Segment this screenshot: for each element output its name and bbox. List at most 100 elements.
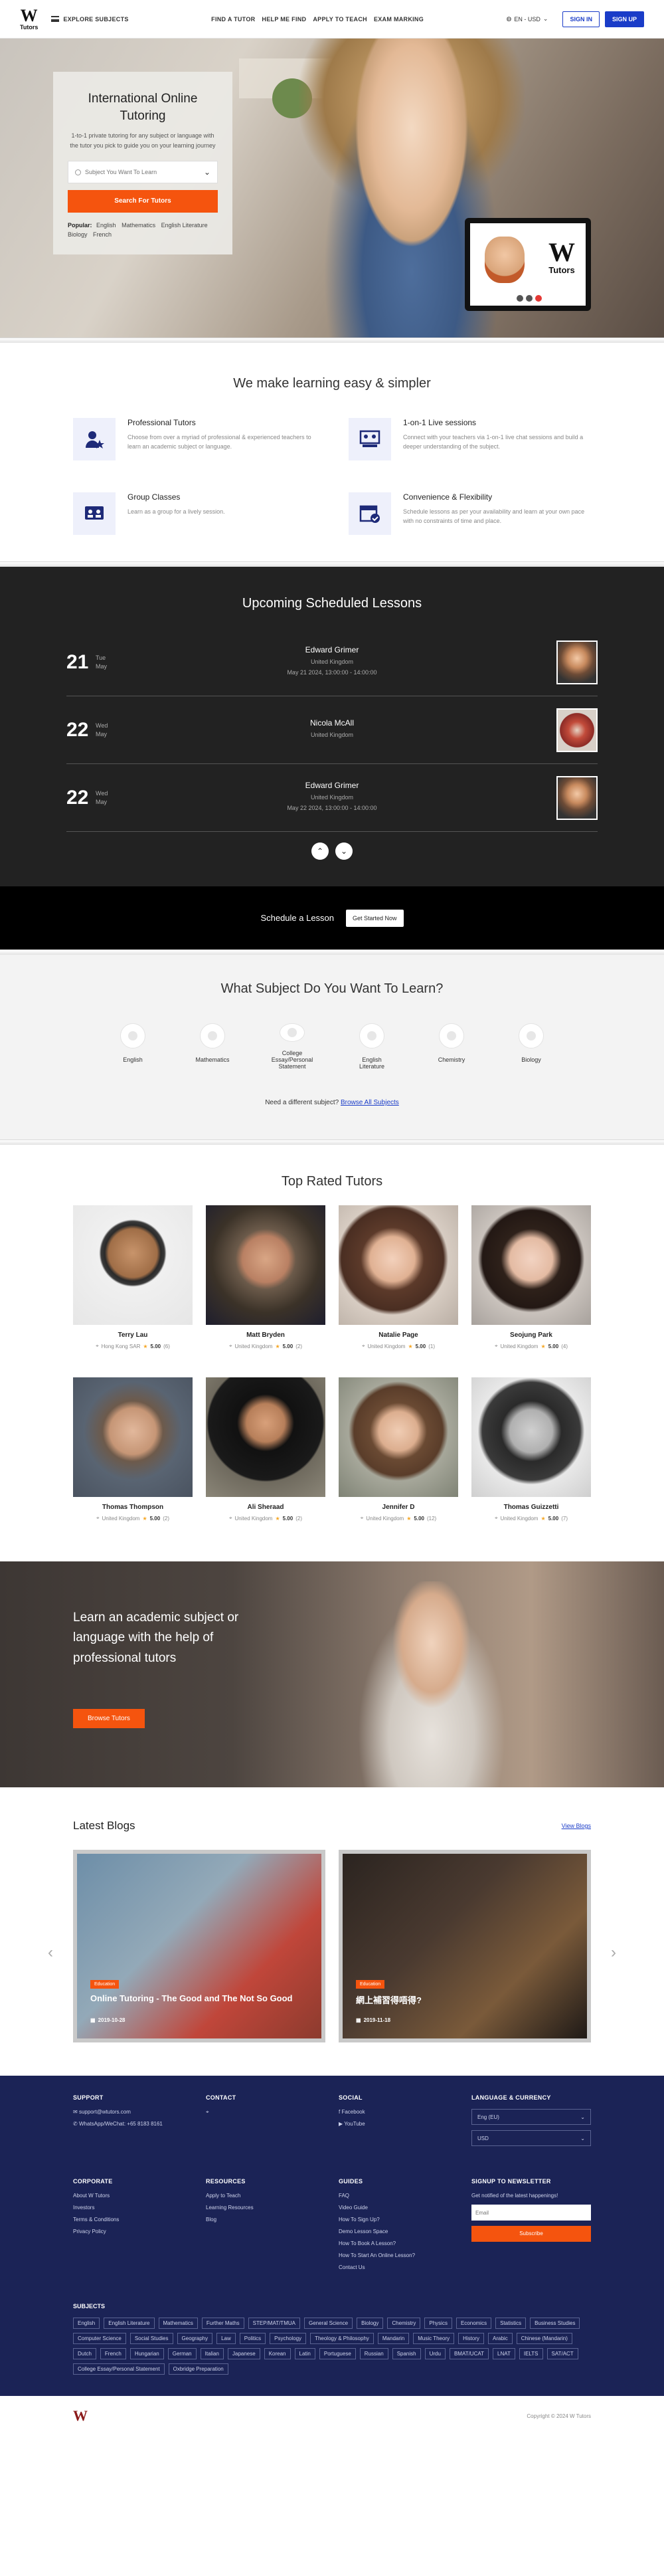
tutor-card[interactable]: Natalie Page ⌖ United Kingdom ★ 5.00 (1) (339, 1205, 458, 1349)
subject-chip[interactable]: English Literature (104, 2318, 155, 2329)
newsletter-email-input[interactable] (471, 2205, 591, 2221)
nav-apply-to-teach[interactable]: APPLY TO TEACH (313, 16, 367, 23)
tutor-card[interactable]: Thomas Guizzetti ⌖ United Kingdom ★ 5.00 (7) (471, 1377, 591, 1522)
chevron-down-icon[interactable]: ⌄ (335, 842, 353, 860)
subject-chip[interactable]: Computer Science (73, 2333, 126, 2344)
subject-chip[interactable]: Arabic (488, 2333, 513, 2344)
subject-chip[interactable]: Social Studies (129, 2333, 173, 2344)
view-blogs-link[interactable]: View Blogs (562, 1823, 591, 1829)
subject-item[interactable]: Biology (511, 1023, 551, 1070)
tutor-card[interactable]: Ali Sheraad ⌖ United Kingdom ★ 5.00 (2) (206, 1377, 325, 1522)
footer-link[interactable]: How To Book A Lesson? (339, 2240, 471, 2246)
footer-link[interactable]: How To Start An Online Lesson? (339, 2252, 471, 2258)
tutor-card[interactable]: Jennifer D ⌖ United Kingdom ★ 5.00 (12) (339, 1377, 458, 1522)
subject-chip[interactable]: English (73, 2318, 100, 2329)
subject-chip[interactable]: Statistics (495, 2318, 527, 2329)
logo[interactable]: W Tutors (20, 7, 38, 31)
subject-chip[interactable]: General Science (303, 2318, 353, 2329)
lesson-row[interactable]: 22 Wed May Nicola McAll United Kingdom (66, 696, 598, 764)
language-select[interactable]: Eng (EU) ⌄ (471, 2109, 591, 2125)
footer-link[interactable]: Demo Lesson Space (339, 2229, 471, 2234)
browse-all-subjects-link[interactable]: Browse All Subjects (341, 1099, 399, 1106)
subject-chip[interactable]: Korean (264, 2348, 291, 2359)
sign-up-button[interactable]: SIGN UP (604, 11, 644, 27)
footer-link[interactable]: Apply to Teach (206, 2193, 339, 2199)
tutor-card[interactable]: Seojung Park ⌖ United Kingdom ★ 5.00 (4) (471, 1205, 591, 1349)
tutor-card[interactable]: Terry Lau ⌖ Hong Kong SAR ★ 5.00 (6) (73, 1205, 193, 1349)
subject-chip[interactable]: IELTS (519, 2348, 543, 2359)
footer-link[interactable]: How To Sign Up? (339, 2217, 471, 2223)
subscribe-button[interactable]: Subscribe (471, 2226, 591, 2242)
lesson-row[interactable]: 21 Tue May Edward Grimer United Kingdom M… (66, 629, 598, 696)
support-phone[interactable]: ✆ WhatsApp/WeChat: +65 8183 8161 (73, 2121, 206, 2127)
currency-select[interactable]: USD ⌄ (471, 2130, 591, 2146)
subject-chip[interactable]: Politics (239, 2333, 266, 2344)
footer-link[interactable]: About W Tutors (73, 2193, 206, 2199)
subject-chip[interactable]: Further Maths (201, 2318, 244, 2329)
chevron-right-icon[interactable]: › (611, 1943, 616, 1962)
subject-search-box[interactable]: ⌄ (68, 161, 218, 184)
get-started-button[interactable]: Get Started Now (346, 909, 404, 927)
subject-chip[interactable]: Chinese (Mandarin) (516, 2333, 572, 2344)
subject-chip[interactable]: Law (216, 2333, 236, 2344)
footer-link[interactable]: Contact Us (339, 2264, 471, 2270)
tutor-card[interactable]: Matt Bryden ⌖ United Kingdom ★ 5.00 (2) (206, 1205, 325, 1349)
subject-chip[interactable]: Dutch (73, 2348, 96, 2359)
footer-link[interactable]: Blog (206, 2217, 339, 2223)
subject-chip[interactable]: Biology (357, 2318, 384, 2329)
subject-chip[interactable]: Mathematics (158, 2318, 198, 2329)
subject-chip[interactable]: SAT/ACT (546, 2348, 578, 2359)
nav-exam-marking[interactable]: EXAM MARKING (374, 16, 424, 23)
subject-chip[interactable]: Latin (294, 2348, 315, 2359)
subject-chip[interactable]: Geography (177, 2333, 213, 2344)
sign-in-button[interactable]: SIGN IN (562, 11, 600, 27)
chevron-up-icon[interactable]: ⌃ (311, 842, 329, 860)
footer-link[interactable]: Learning Resources (206, 2205, 339, 2211)
bottom-logo[interactable]: W (73, 2407, 88, 2425)
subject-chip[interactable]: Chemistry (387, 2318, 421, 2329)
subject-chip[interactable]: Psychology (270, 2333, 307, 2344)
browse-tutors-button[interactable]: Browse Tutors (73, 1709, 145, 1728)
popular-subject-link[interactable]: English (96, 222, 116, 229)
subject-chip[interactable]: Italian (200, 2348, 224, 2359)
subject-item[interactable]: Mathematics (193, 1023, 232, 1070)
subject-chip[interactable]: Oxbridge Preparation (168, 2363, 228, 2375)
subject-search-input[interactable] (85, 169, 204, 176)
subject-chip[interactable]: Japanese (228, 2348, 260, 2359)
subject-chip[interactable]: German (167, 2348, 197, 2359)
chevron-left-icon[interactable]: ‹ (48, 1943, 53, 1962)
subject-chip[interactable]: College Essay/Personal Statement (73, 2363, 165, 2375)
footer-link[interactable]: Privacy Policy (73, 2229, 206, 2234)
youtube-link[interactable]: ▶ YouTube (339, 2121, 471, 2127)
subject-chip[interactable]: LNAT (493, 2348, 515, 2359)
popular-subject-link[interactable]: English Literature (161, 222, 208, 229)
footer-link[interactable]: Investors (73, 2205, 206, 2211)
subject-chip[interactable]: Mandarin (377, 2333, 410, 2344)
subject-chip[interactable]: Theology & Philosophy (310, 2333, 374, 2344)
footer-link[interactable]: Video Guide (339, 2205, 471, 2211)
subject-chip[interactable]: Business Studies (530, 2318, 580, 2329)
subject-chip[interactable]: Urdu (424, 2348, 446, 2359)
language-selector[interactable]: ◍ EN - USD ⌄ (507, 15, 548, 23)
subject-chip[interactable]: History (458, 2333, 485, 2344)
footer-link[interactable]: Terms & Conditions (73, 2217, 206, 2223)
blog-card[interactable]: Education 網上補習得唔得? ▦ 2019-11-18 (339, 1850, 591, 2042)
subject-chip[interactable]: Economics (456, 2318, 492, 2329)
subject-item[interactable]: College Essay/Personal Statement (272, 1023, 313, 1070)
subject-item[interactable]: English (113, 1023, 153, 1070)
popular-subject-link[interactable]: Mathematics (122, 222, 155, 229)
nav-find-tutor[interactable]: FIND A TUTOR (211, 16, 255, 23)
subject-chip[interactable]: Hungarian (129, 2348, 164, 2359)
subject-chip[interactable]: Russian (359, 2348, 388, 2359)
subject-chip[interactable]: STEP/MAT/TMUA (248, 2318, 300, 2329)
lesson-row[interactable]: 22 Wed May Edward Grimer United Kingdom M… (66, 764, 598, 832)
tutor-card[interactable]: Thomas Thompson ⌖ United Kingdom ★ 5.00 (2) (73, 1377, 193, 1522)
footer-link[interactable]: FAQ (339, 2193, 471, 2199)
popular-subject-link[interactable]: Biology (68, 231, 88, 238)
search-tutors-button[interactable]: Search For Tutors (68, 190, 218, 213)
subject-item[interactable]: Chemistry (432, 1023, 471, 1070)
blog-card[interactable]: Education Online Tutoring - The Good and… (73, 1850, 325, 2042)
subject-chip[interactable]: Music Theory (413, 2333, 455, 2344)
subject-chip[interactable]: French (100, 2348, 126, 2359)
subject-chip[interactable]: Spanish (392, 2348, 421, 2359)
